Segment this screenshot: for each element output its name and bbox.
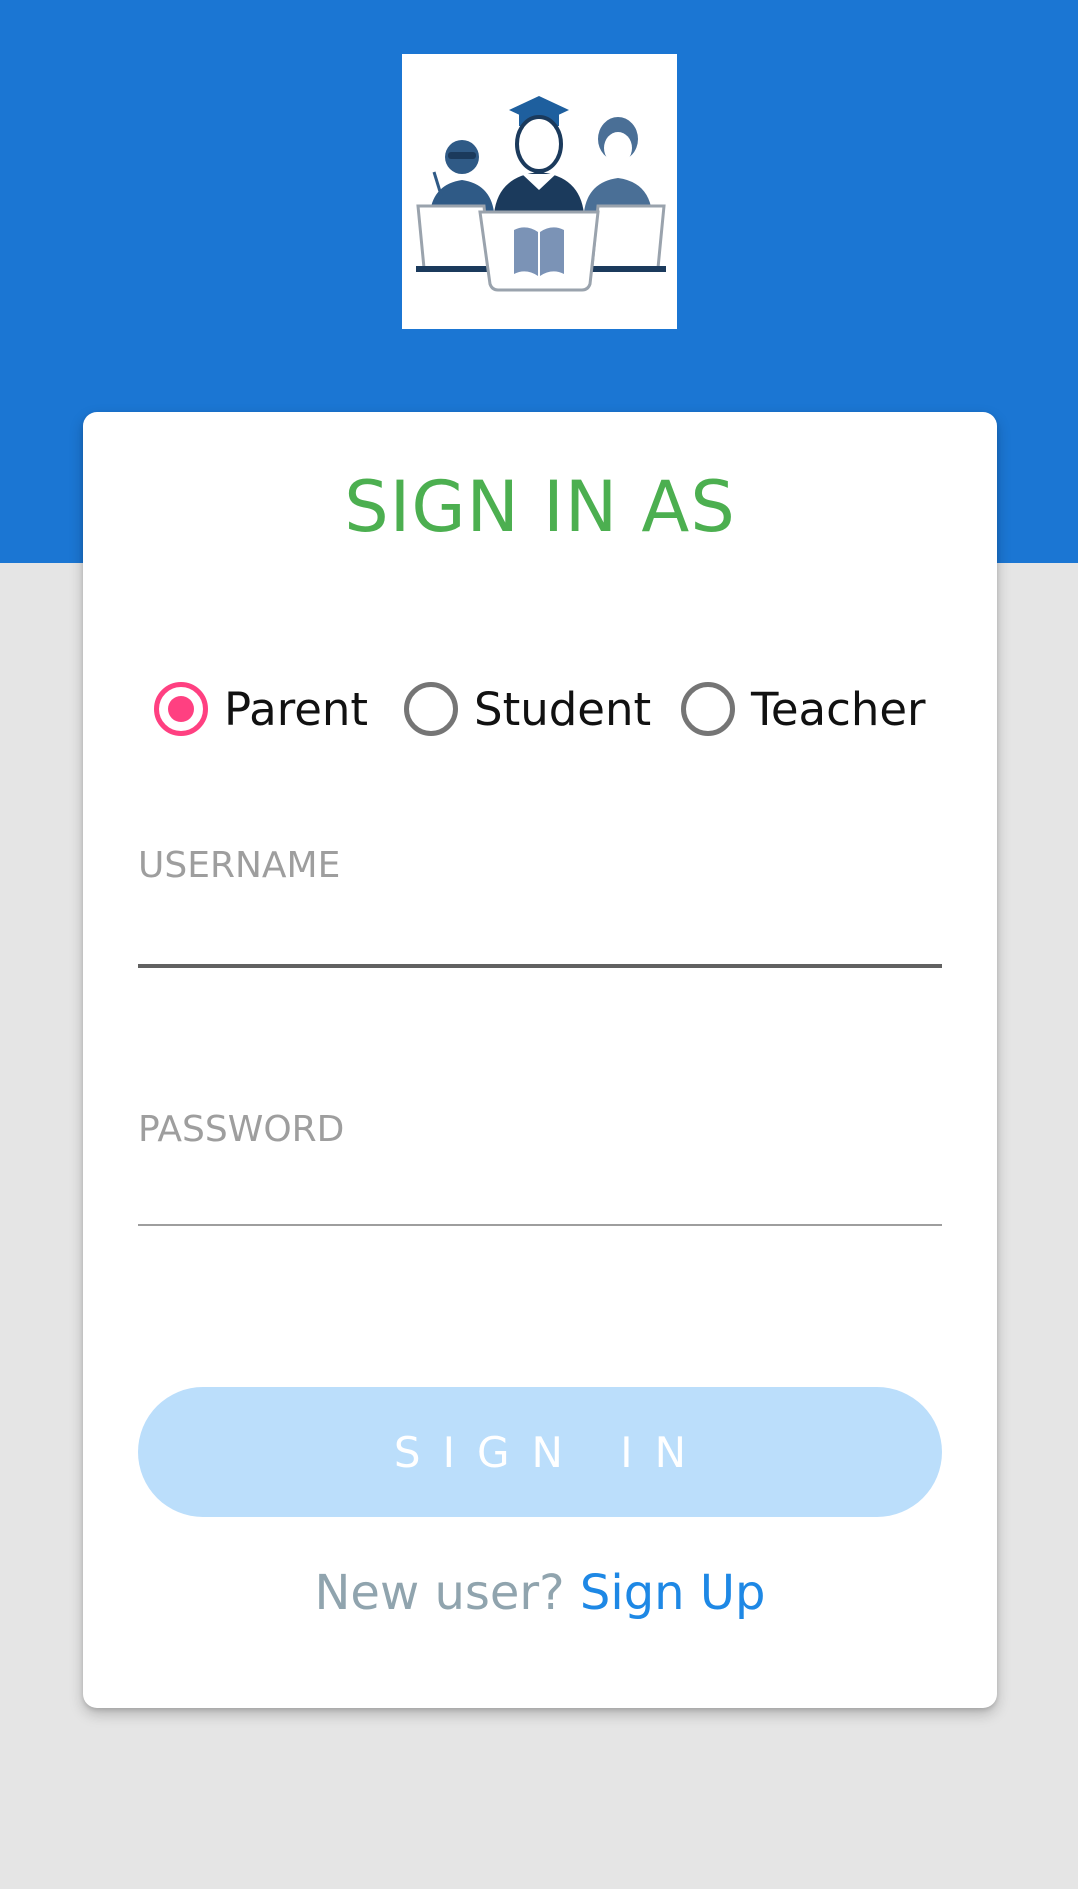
radio-parent[interactable] [154,682,208,736]
role-radio-group: Parent Student Teacher [83,674,997,744]
role-label-parent: Parent [224,682,369,736]
role-label-teacher: Teacher [751,682,926,736]
sign-in-button[interactable]: SIGN IN [138,1387,942,1517]
role-label-student: Student [474,682,652,736]
radio-teacher[interactable] [681,682,735,736]
students-teacher-book-icon [416,96,666,292]
card-title: SIGN IN AS [344,466,736,548]
password-field-group: PASSWORD [138,1112,942,1312]
sign-in-card: SIGN IN AS Parent Student Teacher USERNA… [83,412,997,1708]
password-label: PASSWORD [138,1109,345,1150]
app-logo [402,54,677,329]
role-option-parent[interactable]: Parent [154,674,368,744]
username-field-group: USERNAME [138,848,942,1048]
signup-prompt: New user? [314,1565,580,1621]
password-input[interactable] [138,1176,942,1236]
role-option-student[interactable]: Student [404,674,651,744]
signup-row: New user? Sign Up [83,1567,997,1620]
role-option-teacher[interactable]: Teacher [681,674,926,744]
username-label: USERNAME [138,845,341,886]
username-underline [138,964,942,968]
password-underline [138,1224,942,1226]
sign-up-link[interactable]: Sign Up [580,1565,766,1621]
radio-student[interactable] [404,682,458,736]
